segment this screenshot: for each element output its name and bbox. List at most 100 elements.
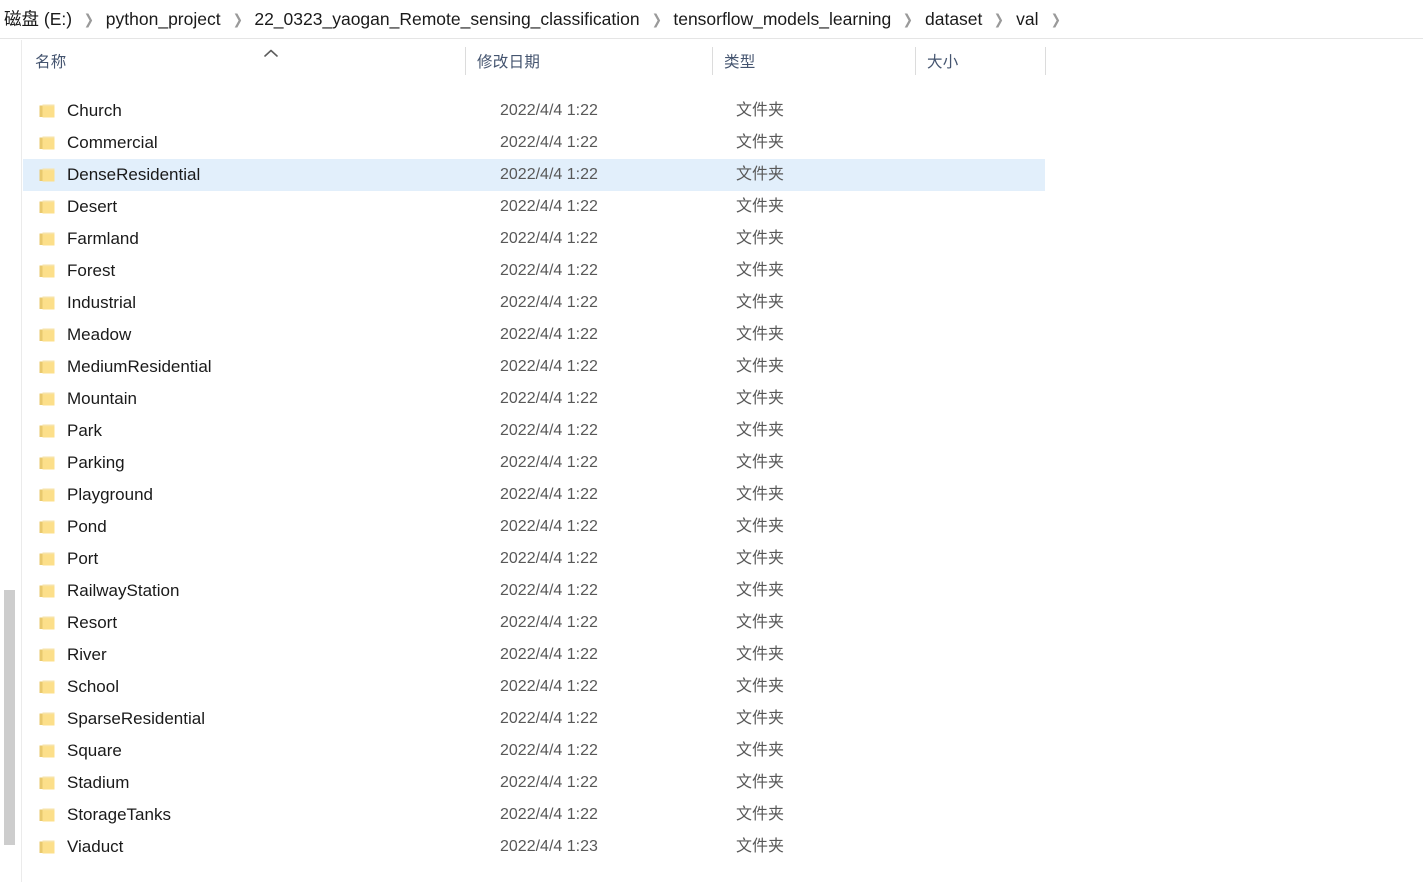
file-row[interactable]: Playground 2022/4/4 1:22 文件夹: [23, 479, 1045, 511]
file-row-name: Pond: [67, 517, 107, 536]
file-row-name: Church: [67, 101, 122, 120]
file-row[interactable]: Desert 2022/4/4 1:22 文件夹: [23, 191, 1045, 223]
folder-icon: [39, 584, 55, 598]
file-row-date-cell: 2022/4/4 1:22: [465, 639, 712, 671]
file-row[interactable]: Commercial 2022/4/4 1:22 文件夹: [23, 127, 1045, 159]
file-row[interactable]: Resort 2022/4/4 1:22 文件夹: [23, 607, 1045, 639]
folder-icon: [39, 808, 55, 822]
file-row[interactable]: Pond 2022/4/4 1:22 文件夹: [23, 511, 1045, 543]
breadcrumb-item-tensorflow-models-learning[interactable]: tensorflow_models_learning: [669, 6, 895, 32]
file-row[interactable]: DenseResidential 2022/4/4 1:22 文件夹: [23, 159, 1045, 191]
breadcrumb-item-python-project[interactable]: python_project: [102, 6, 225, 32]
file-row-date-modified: 2022/4/4 1:22: [500, 454, 598, 471]
file-row-type: 文件夹: [736, 294, 785, 311]
breadcrumb-item-dataset[interactable]: dataset: [921, 6, 986, 32]
file-row-date-modified: 2022/4/4 1:22: [500, 774, 598, 791]
column-header-row: 名称 修改日期 类型 大小: [23, 40, 1423, 82]
file-row[interactable]: SparseResidential 2022/4/4 1:22 文件夹: [23, 703, 1045, 735]
file-row[interactable]: Park 2022/4/4 1:22 文件夹: [23, 415, 1045, 447]
file-row[interactable]: Stadium 2022/4/4 1:22 文件夹: [23, 767, 1045, 799]
file-row-size-cell: [915, 95, 1045, 127]
chevron-right-icon[interactable]: ❯: [227, 8, 249, 30]
column-header-name[interactable]: 名称: [23, 40, 465, 82]
file-row-type: 文件夹: [736, 550, 785, 567]
file-row-type: 文件夹: [736, 262, 785, 279]
vertical-scrollbar-track[interactable]: [2, 40, 15, 882]
file-row-date-modified: 2022/4/4 1:22: [500, 742, 598, 759]
file-row[interactable]: Port 2022/4/4 1:22 文件夹: [23, 543, 1045, 575]
breadcrumb-item-yaogan[interactable]: 22_0323_yaogan_Remote_sensing_classifica…: [250, 6, 643, 32]
file-row-size-cell: [915, 191, 1045, 223]
file-row-date-modified: 2022/4/4 1:22: [500, 230, 598, 247]
file-row-date-modified: 2022/4/4 1:22: [500, 262, 598, 279]
folder-icon: [39, 744, 55, 758]
file-row-date-cell: 2022/4/4 1:22: [465, 607, 712, 639]
file-row-type-cell: 文件夹: [712, 735, 915, 767]
vertical-scrollbar-thumb[interactable]: [4, 590, 15, 845]
file-row[interactable]: MediumResidential 2022/4/4 1:22 文件夹: [23, 351, 1045, 383]
file-row[interactable]: Viaduct 2022/4/4 1:23 文件夹: [23, 831, 1045, 863]
file-row-name-cell: DenseResidential: [23, 159, 465, 191]
file-row-name: Meadow: [67, 325, 132, 344]
left-rail: [0, 40, 22, 882]
file-row[interactable]: StorageTanks 2022/4/4 1:22 文件夹: [23, 799, 1045, 831]
chevron-right-icon[interactable]: ❯: [988, 8, 1010, 30]
file-row[interactable]: Meadow 2022/4/4 1:22 文件夹: [23, 319, 1045, 351]
file-row-date-cell: 2022/4/4 1:22: [465, 383, 712, 415]
file-row-date-cell: 2022/4/4 1:22: [465, 735, 712, 767]
file-row[interactable]: Farmland 2022/4/4 1:22 文件夹: [23, 223, 1045, 255]
file-row-date-modified: 2022/4/4 1:22: [500, 198, 598, 215]
column-divider-4[interactable]: [1045, 47, 1046, 75]
folder-icon: [39, 648, 55, 662]
file-row[interactable]: Parking 2022/4/4 1:22 文件夹: [23, 447, 1045, 479]
file-row-date-cell: 2022/4/4 1:22: [465, 799, 712, 831]
file-row-date-cell: 2022/4/4 1:22: [465, 575, 712, 607]
folder-icon: [39, 456, 55, 470]
chevron-right-icon[interactable]: ❯: [78, 8, 100, 30]
file-row-size-cell: [915, 511, 1045, 543]
folder-icon: [39, 328, 55, 342]
file-row-name: Park: [67, 421, 102, 440]
folder-icon: [39, 680, 55, 694]
breadcrumb-item-val[interactable]: val: [1012, 6, 1042, 32]
file-row-size-cell: [915, 767, 1045, 799]
folder-icon: [39, 552, 55, 566]
file-row-type-cell: 文件夹: [712, 223, 915, 255]
file-row-name-cell: Mountain: [23, 383, 465, 415]
file-row-date-modified: 2022/4/4 1:22: [500, 422, 598, 439]
file-row[interactable]: School 2022/4/4 1:22 文件夹: [23, 671, 1045, 703]
file-row[interactable]: Forest 2022/4/4 1:22 文件夹: [23, 255, 1045, 287]
chevron-right-icon[interactable]: ❯: [897, 8, 919, 30]
file-row-type-cell: 文件夹: [712, 159, 915, 191]
file-row-type: 文件夹: [736, 102, 785, 119]
file-row-type: 文件夹: [736, 582, 785, 599]
column-header-size[interactable]: 大小: [915, 40, 1045, 82]
chevron-right-icon[interactable]: ❯: [646, 8, 668, 30]
file-row[interactable]: Square 2022/4/4 1:22 文件夹: [23, 735, 1045, 767]
chevron-right-icon[interactable]: ❯: [1044, 8, 1066, 30]
file-row-date-modified: 2022/4/4 1:22: [500, 358, 598, 375]
column-header-type[interactable]: 类型: [712, 40, 915, 82]
file-row-size-cell: [915, 447, 1045, 479]
file-row-type-cell: 文件夹: [712, 607, 915, 639]
file-row-date-modified: 2022/4/4 1:22: [500, 486, 598, 503]
file-row[interactable]: Church 2022/4/4 1:22 文件夹: [23, 95, 1045, 127]
file-row-size-cell: [915, 799, 1045, 831]
file-row[interactable]: Industrial 2022/4/4 1:22 文件夹: [23, 287, 1045, 319]
file-row[interactable]: Mountain 2022/4/4 1:22 文件夹: [23, 383, 1045, 415]
file-row-name-cell: MediumResidential: [23, 351, 465, 383]
file-row[interactable]: RailwayStation 2022/4/4 1:22 文件夹: [23, 575, 1045, 607]
file-row-name-cell: Park: [23, 415, 465, 447]
column-header-date-modified[interactable]: 修改日期: [465, 40, 712, 82]
folder-icon: [39, 264, 55, 278]
file-row[interactable]: River 2022/4/4 1:22 文件夹: [23, 639, 1045, 671]
file-row-date-modified: 2022/4/4 1:22: [500, 102, 598, 119]
file-row-type-cell: 文件夹: [712, 351, 915, 383]
file-row-date-modified: 2022/4/4 1:22: [500, 326, 598, 343]
breadcrumb-item-disk-e[interactable]: 磁盘 (E:): [2, 6, 76, 32]
file-row-type-cell: 文件夹: [712, 95, 915, 127]
file-row-date-modified: 2022/4/4 1:22: [500, 518, 598, 535]
file-row-date-cell: 2022/4/4 1:22: [465, 223, 712, 255]
file-row-name-cell: Square: [23, 735, 465, 767]
file-row-name-cell: Pond: [23, 511, 465, 543]
